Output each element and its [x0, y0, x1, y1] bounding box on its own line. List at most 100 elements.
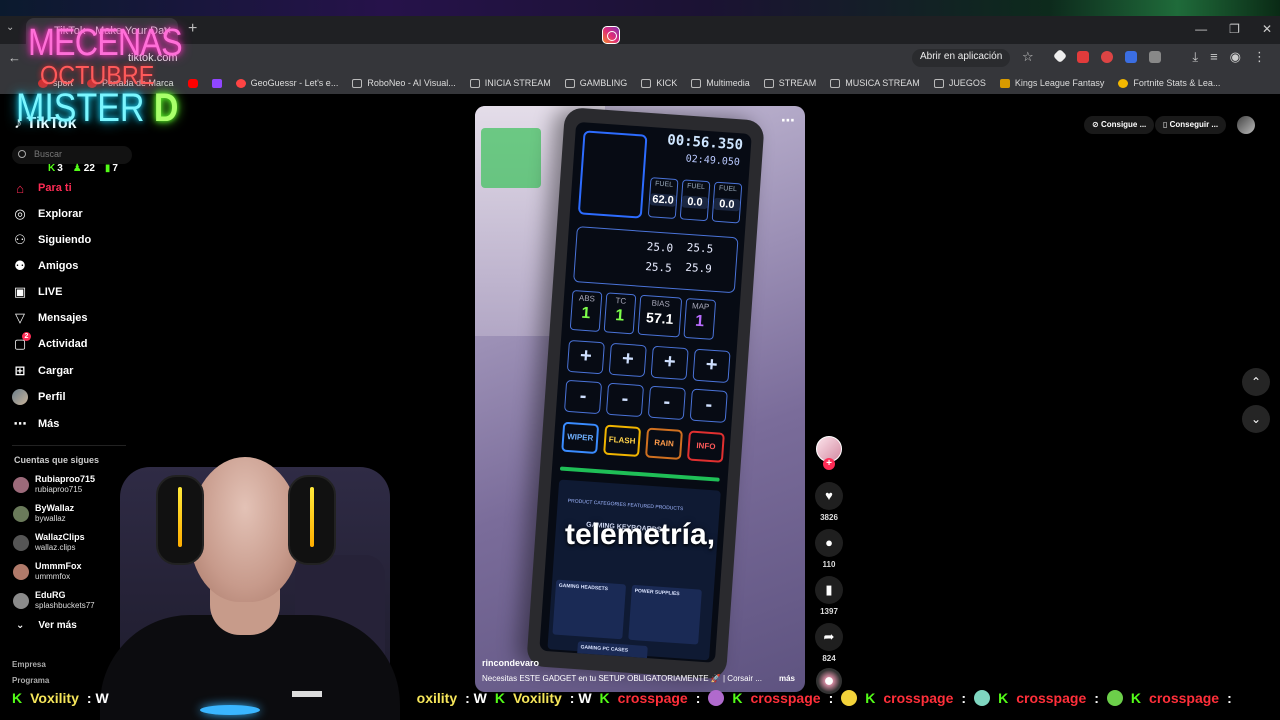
divider [12, 445, 126, 446]
stat-kick: K3 [48, 163, 63, 174]
minus-icon: - [689, 388, 728, 423]
bookmark-item[interactable] [211, 78, 222, 88]
extension-icon[interactable] [1125, 51, 1137, 63]
footer-link-programa[interactable]: Programa [12, 676, 49, 685]
bookmark-item[interactable]: Fortnite Stats & Lea... [1118, 78, 1220, 88]
get-app-button[interactable]: ▯ Conseguir ... [1155, 116, 1227, 134]
compass-icon: ◎ [14, 206, 26, 221]
share-button[interactable]: ➦ 824 [813, 623, 845, 663]
back-arrow-icon[interactable]: ← [8, 50, 21, 65]
chat-user: crosspage [750, 690, 821, 706]
roboneo-icon [352, 78, 363, 88]
track-map [577, 130, 648, 219]
chat-message: : [961, 690, 967, 706]
activity-icon: ▢ 2 [12, 332, 31, 352]
bookmark-item[interactable]: RoboNeo - AI Visual... [352, 78, 456, 88]
new-tab-button[interactable]: + [188, 20, 197, 38]
search-input[interactable]: Buscar [12, 146, 132, 164]
sidebar-item-mas[interactable]: ⋯ Más [12, 414, 60, 434]
like-button[interactable]: ♥ 3826 [813, 482, 845, 522]
stat-followers: ♟ 22 [72, 163, 95, 174]
bookmark-item[interactable] [187, 78, 198, 88]
device-screen: 00:56.350 02:49.050 FUEL 62.0 FUEL 0.0 FUE… [539, 121, 752, 663]
bookmark-star-icon[interactable]: ☆ [1022, 49, 1034, 65]
streamer-head [190, 457, 300, 602]
bookmark-folder[interactable]: Multimedia [691, 78, 750, 88]
sidebar-item-explorar[interactable]: ◎ Explorar [12, 204, 82, 224]
fuel-gauge: FUEL 0.0 [679, 179, 711, 222]
bookmark-folder[interactable]: MUSICA STREAM [830, 78, 920, 88]
map-gauge: MAP 1 [683, 297, 717, 340]
sidebar-item-para-ti[interactable]: ⌂ Para ti [12, 178, 72, 198]
geoguessr-icon [235, 78, 246, 88]
chat-message: : W [569, 690, 592, 706]
toolbar-right: ⤓ ≡ ◉ ⋮ [1192, 49, 1266, 65]
fuel-gauge: FUEL 62.0 [647, 177, 679, 220]
instagram-icon [602, 26, 620, 44]
user-avatar[interactable] [1237, 116, 1255, 134]
tab-list-chevron-icon[interactable]: ⌄ [6, 22, 14, 33]
fuel-gauge: FUEL 0.0 [711, 181, 743, 224]
sidebar-item-mensajes[interactable]: ▽ Mensajes [12, 308, 88, 328]
next-video-button[interactable]: ⌄ [1242, 405, 1270, 433]
video-author[interactable]: rincondevaro [482, 658, 539, 668]
more-button[interactable]: más [779, 674, 795, 683]
tyre-value: 25.9 [684, 260, 713, 276]
emote-icon [841, 690, 858, 706]
bookmark-item[interactable]: Kings League Fantasy [999, 78, 1104, 88]
comment-button[interactable]: ● 110 [813, 529, 845, 569]
bookmark-folder[interactable]: STREAM [763, 78, 816, 88]
previous-video-button[interactable]: ⌃ [1242, 368, 1270, 396]
sidebar-item-perfil[interactable]: Perfil [12, 387, 66, 407]
avatar [12, 389, 28, 405]
chat-ticker: K Voxility: W oxility: W K Voxility: W Kcr… [0, 685, 1280, 711]
sidebar-item-amigos[interactable]: ⚉ Amigos [12, 256, 78, 276]
bookmark-folder[interactable]: KICK [641, 78, 677, 88]
home-icon: ⌂ [16, 180, 24, 196]
extension-icon[interactable] [1101, 51, 1113, 63]
video-player[interactable]: 00:56.350 02:49.050 FUEL 62.0 FUEL 0.0 FUE… [475, 106, 805, 692]
restore-button[interactable]: ❐ [1229, 22, 1240, 36]
extension-icon[interactable] [1077, 51, 1089, 63]
bookmark-item[interactable]: GeoGuessr - Let's e... [235, 78, 338, 88]
follow-plus-icon[interactable]: + [823, 458, 835, 470]
reading-list-icon[interactable]: ≡ [1210, 49, 1218, 65]
save-button[interactable]: ▮ 1397 [813, 576, 845, 616]
bookmark-folder[interactable]: JUEGOS [933, 78, 986, 88]
plus-icon: + [566, 339, 605, 375]
see-more-button[interactable]: ⌄ Ver más [16, 620, 77, 631]
comment-count: 110 [822, 560, 836, 569]
sidebar-item-live[interactable]: ▣ LIVE [12, 282, 63, 302]
store-tile: GAMING PC CASES [574, 641, 648, 663]
save-count: 1397 [820, 607, 838, 616]
friends-icon: ⚉ [14, 258, 26, 273]
youtube-icon [187, 78, 198, 88]
folder-icon [830, 78, 841, 88]
extension-icon[interactable] [1052, 48, 1068, 64]
plus-icon: + [608, 342, 647, 378]
profile-icon[interactable]: ◉ [1230, 49, 1241, 65]
flash-button: FLASH [603, 424, 642, 458]
minimize-button[interactable]: — [1195, 22, 1207, 36]
menu-dots-icon[interactable]: ⋮ [1253, 49, 1266, 65]
sidebar-item-actividad[interactable]: ▢ 2 Actividad [12, 332, 88, 354]
puzzle-extensions-icon[interactable] [1149, 51, 1161, 63]
bookmark-folder[interactable]: GAMBLING [564, 78, 627, 88]
download-icon[interactable]: ⤓ [1192, 49, 1198, 65]
folder-icon [564, 78, 575, 88]
tyre-pressures: 25.0 25.5 25.5 25.9 [573, 226, 739, 294]
open-in-app-button[interactable]: Abrir en aplicación [912, 49, 1011, 67]
get-coins-button[interactable]: ⊘ Consigue ... [1084, 116, 1155, 134]
avatar [13, 563, 29, 580]
plus-icon: + [692, 348, 731, 384]
sidebar-item-cargar[interactable]: ⊞ Cargar [12, 361, 74, 381]
sidebar-item-siguiendo[interactable]: ⚇ Siguiendo [12, 230, 91, 250]
heart-icon: ♥ [815, 482, 843, 510]
video-options-icon[interactable]: ⋯ [781, 112, 795, 129]
comment-icon: ● [815, 529, 843, 557]
kick-icon: K [599, 690, 610, 706]
close-window-button[interactable]: ✕ [1262, 22, 1272, 36]
bookmark-folder[interactable]: INICIA STREAM [469, 78, 551, 88]
footer-link-empresa[interactable]: Empresa [12, 660, 46, 669]
abs-gauge: ABS 1 [569, 289, 603, 332]
